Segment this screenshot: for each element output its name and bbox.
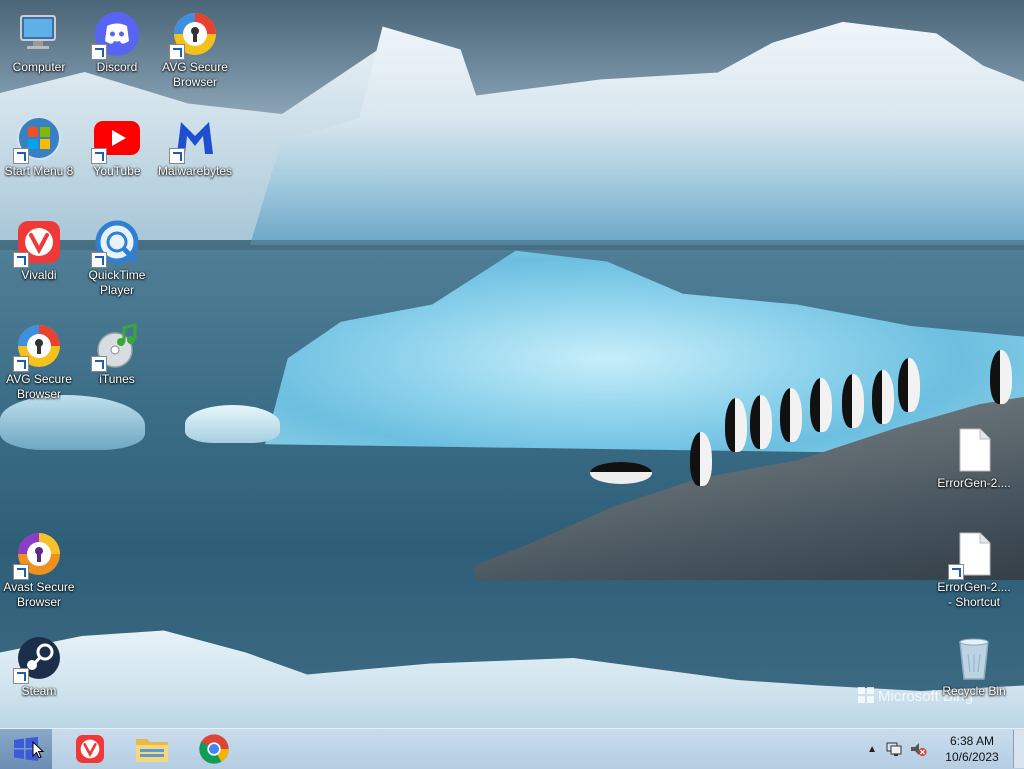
wallpaper-iceberg-middle xyxy=(265,250,1024,455)
folder-icon xyxy=(136,739,168,762)
desktop-icon-label: QuickTime Player xyxy=(88,268,146,297)
desktop-icon-label: Avast Secure Browser xyxy=(3,580,75,609)
desktop-icon-quicktime[interactable]: QuickTime Player xyxy=(79,210,155,298)
shortcut-arrow-icon xyxy=(91,252,107,268)
desktop-icon-label: Discord xyxy=(96,60,138,74)
show-hidden-icons-chevron-icon[interactable]: ▲ xyxy=(867,744,877,755)
desktop-icon-youtube[interactable]: YouTube xyxy=(79,106,155,179)
volume-muted-icon[interactable] xyxy=(909,741,927,757)
desktop-icon-label: Steam xyxy=(21,684,57,698)
wallpaper-penguin xyxy=(872,370,894,424)
start-menu-8-icon xyxy=(13,114,63,164)
clock-date: 10/6/2023 xyxy=(945,750,999,764)
wallpaper-penguin xyxy=(810,378,832,432)
show-desktop-button[interactable] xyxy=(1013,730,1024,768)
wallpaper-penguin xyxy=(842,374,864,428)
shortcut-arrow-icon xyxy=(13,148,29,164)
desktop-icon-label: Malwarebytes xyxy=(157,164,233,178)
wallpaper-penguin-diving xyxy=(590,462,652,484)
taskbar: ▲ 6:38 AM 10/6/2023 xyxy=(0,728,1024,769)
desktop-icon-label: YouTube xyxy=(93,164,141,178)
taskbar-vivaldi-button[interactable] xyxy=(62,729,118,769)
desktop-icon-vivaldi[interactable]: Vivaldi xyxy=(1,210,77,283)
wallpaper-penguin xyxy=(725,398,747,452)
file-shortcut-icon xyxy=(948,530,998,580)
wallpaper-penguin xyxy=(750,395,772,449)
discord-icon xyxy=(91,10,141,60)
wallpaper-ice-floe xyxy=(0,395,145,450)
desktop-icon-steam[interactable]: Steam xyxy=(1,626,77,699)
taskbar-file-explorer-button[interactable] xyxy=(124,729,180,769)
desktop-icon-label: iTunes xyxy=(99,372,135,386)
desktop-icon-label: Computer xyxy=(12,60,66,74)
desktop-icon-label: Vivaldi xyxy=(21,268,57,282)
desktop: Microsoft Bing Computer Start Menu 8 Viv… xyxy=(0,0,1024,728)
desktop-icon-avg-browser-2[interactable]: AVG Secure Browser xyxy=(157,2,233,90)
clock-time: 6:38 AM xyxy=(949,734,995,748)
desktop-icon-label: AVG Secure Browser xyxy=(6,372,72,401)
desktop-icon-computer[interactable]: Computer xyxy=(1,2,77,75)
shortcut-arrow-icon xyxy=(13,252,29,268)
desktop-icon-avast-browser[interactable]: Avast Secure Browser xyxy=(1,522,77,610)
shortcut-arrow-icon xyxy=(169,148,185,164)
computer-icon xyxy=(15,10,63,58)
desktop-icon-start-menu-8[interactable]: Start Menu 8 xyxy=(1,106,77,179)
network-icon[interactable] xyxy=(885,741,903,757)
shortcut-arrow-icon xyxy=(169,44,185,60)
chrome-icon xyxy=(199,734,229,764)
desktop-icon-label: ErrorGen-2.... - Shortcut xyxy=(937,580,1011,609)
mouse-cursor-icon xyxy=(32,741,44,759)
shortcut-arrow-icon xyxy=(91,44,107,60)
quicktime-icon xyxy=(91,218,141,268)
wallpaper-penguin xyxy=(780,388,802,442)
shortcut-arrow-icon xyxy=(13,564,29,580)
vivaldi-icon xyxy=(13,218,63,268)
steam-icon xyxy=(13,634,63,684)
desktop-icon-avg-browser[interactable]: AVG Secure Browser xyxy=(1,314,77,402)
wallpaper-penguin xyxy=(690,432,712,486)
shortcut-arrow-icon xyxy=(91,356,107,372)
system-tray: ▲ 6:38 AM 10/6/2023 xyxy=(867,729,1024,769)
wallpaper-penguin xyxy=(898,358,920,412)
desktop-icon-itunes[interactable]: iTunes xyxy=(79,314,155,387)
desktop-icon-errorgen-shortcut[interactable]: ErrorGen-2.... - Shortcut xyxy=(936,522,1012,610)
wallpaper-ice-floe-small xyxy=(185,405,280,443)
desktop-icon-label: AVG Secure Browser xyxy=(162,60,228,89)
file-icon xyxy=(950,426,998,474)
desktop-icon-malwarebytes[interactable]: Malwarebytes xyxy=(157,106,233,179)
wallpaper-ice-foreground xyxy=(0,630,1024,728)
shortcut-arrow-icon xyxy=(948,564,964,580)
desktop-icon-discord[interactable]: Discord xyxy=(79,2,155,75)
shortcut-arrow-icon xyxy=(13,356,29,372)
taskbar-clock[interactable]: 6:38 AM 10/6/2023 xyxy=(937,733,1007,765)
wallpaper-penguin xyxy=(990,350,1012,404)
itunes-icon xyxy=(91,322,141,372)
shortcut-arrow-icon xyxy=(91,148,107,164)
desktop-icon-label: Recycle Bin xyxy=(942,684,1006,698)
recycle-bin-icon xyxy=(950,634,998,682)
shortcut-arrow-icon xyxy=(13,668,29,684)
malwarebytes-icon xyxy=(169,114,219,164)
vivaldi-icon xyxy=(76,735,104,763)
desktop-icon-label: Start Menu 8 xyxy=(4,164,74,178)
youtube-icon xyxy=(91,114,141,164)
avg-browser-icon xyxy=(169,10,219,60)
desktop-icon-errorgen-file[interactable]: ErrorGen-2.... xyxy=(936,418,1012,491)
avast-browser-icon xyxy=(13,530,63,580)
start-button[interactable] xyxy=(0,729,52,769)
desktop-icon-label: ErrorGen-2.... xyxy=(937,476,1011,490)
taskbar-chrome-button[interactable] xyxy=(186,729,242,769)
desktop-icon-recycle-bin[interactable]: Recycle Bin xyxy=(936,626,1012,699)
avg-browser-icon xyxy=(13,322,63,372)
microsoft-logo-icon xyxy=(858,687,874,703)
